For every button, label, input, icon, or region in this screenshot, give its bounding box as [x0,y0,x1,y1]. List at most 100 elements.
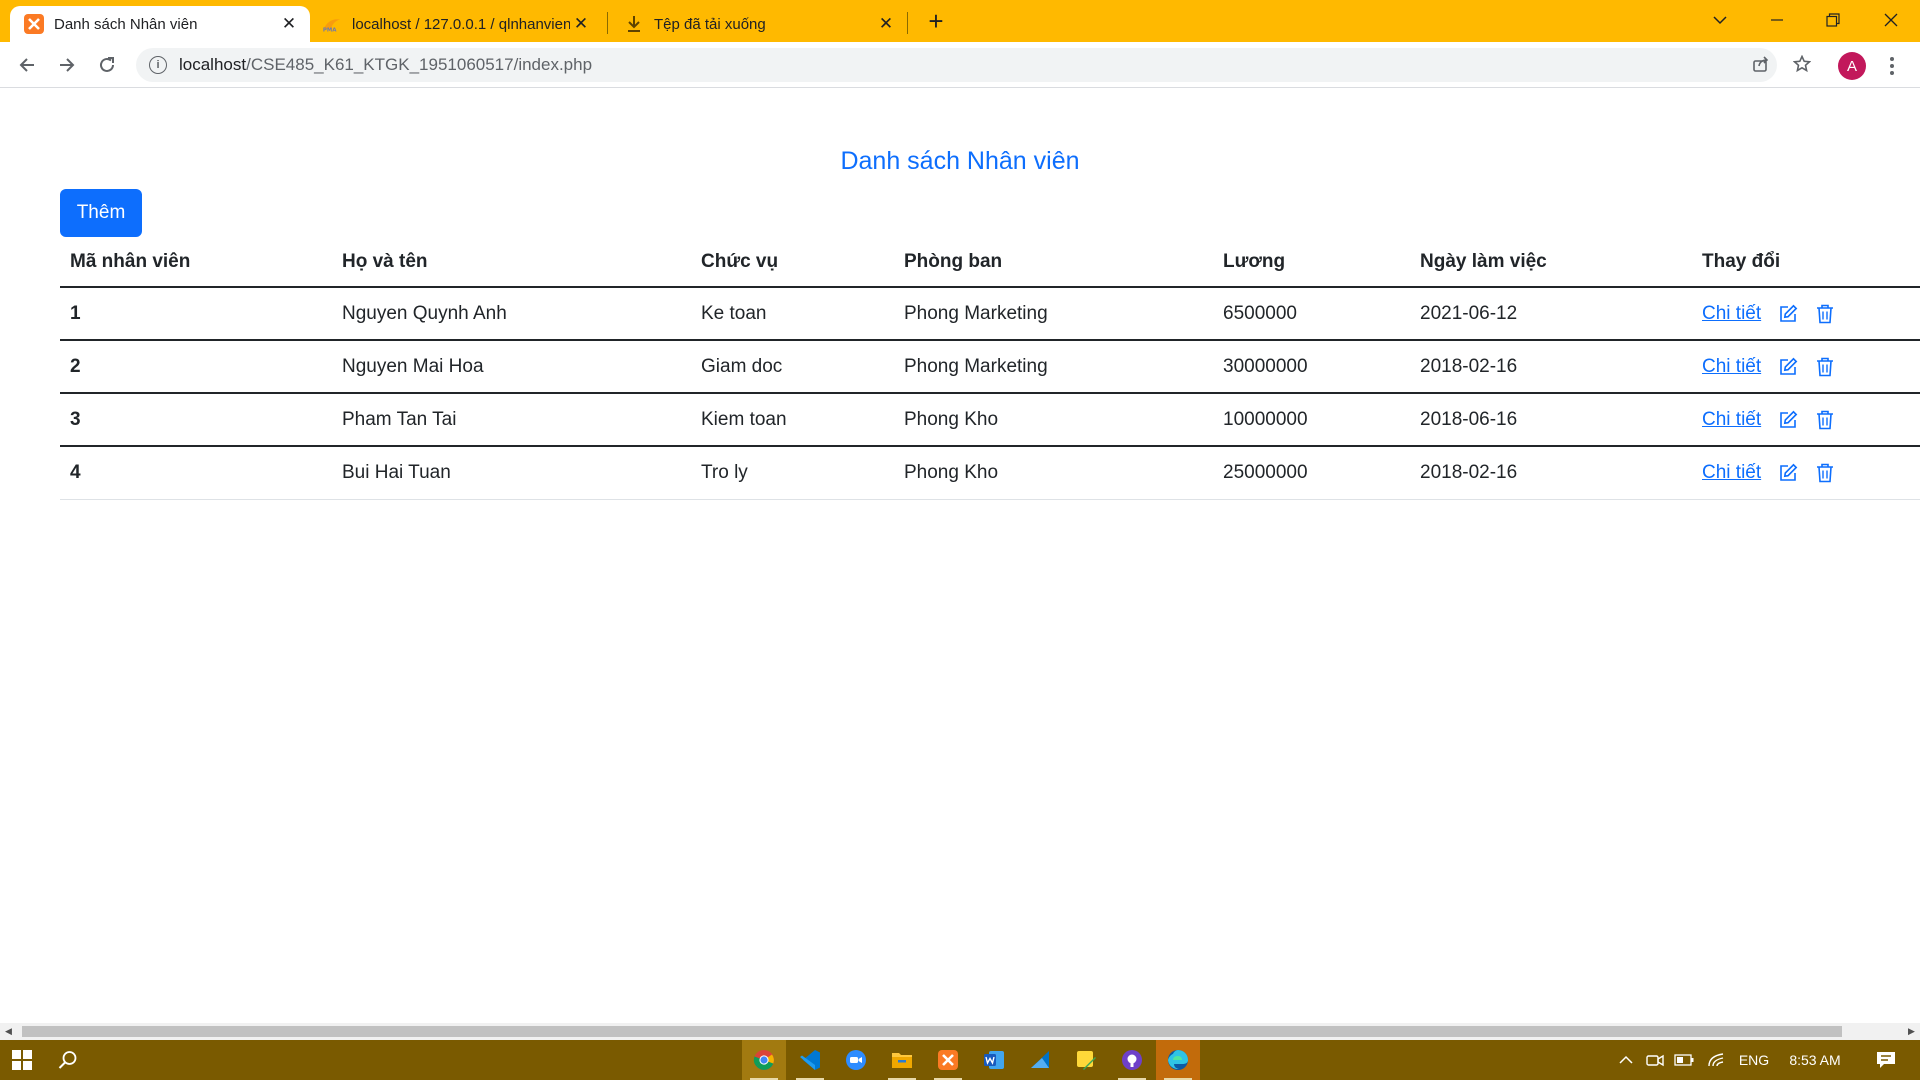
wifi-icon [1708,1053,1724,1067]
taskbar-app-vscode[interactable] [788,1040,832,1080]
cell-actions: Chi tiết [1692,287,1920,341]
tab-downloads[interactable]: Tệp đã tải xuống ✕ [612,6,907,42]
battery-indicator[interactable] [1670,1040,1698,1080]
trash-icon[interactable] [1814,356,1836,378]
scroll-left-icon[interactable]: ◀ [0,1023,17,1040]
close-window-button[interactable] [1866,0,1916,40]
show-hidden-icons-button[interactable] [1614,1040,1638,1080]
chrome-icon [753,1050,774,1070]
chevron-down-icon [1713,16,1727,25]
detail-link[interactable]: Chi tiết [1702,303,1761,325]
cell-department: Phong Kho [894,446,1213,500]
edge-icon [1168,1050,1188,1070]
meet-now-button[interactable] [1642,1040,1668,1080]
header-start-date: Ngày làm việc [1410,237,1692,288]
detail-link[interactable]: Chi tiết [1702,356,1761,378]
cell-salary: 25000000 [1213,446,1410,500]
table-header-row: Mã nhân viên Họ và tên Chức vụ Phòng ban… [60,237,1920,288]
taskbar-app-chrome[interactable] [742,1040,786,1080]
edit-icon[interactable] [1777,409,1799,431]
tab-close-icon[interactable]: ✕ [570,13,592,35]
file-explorer-icon [892,1053,912,1068]
new-tab-button[interactable]: + [921,7,951,37]
xampp-icon [24,14,44,34]
trash-icon[interactable] [1814,303,1836,325]
clock[interactable]: 8:53 AM [1780,1040,1850,1080]
taskbar-app-azure-data-studio[interactable] [1018,1040,1062,1080]
taskbar-app-zoom[interactable] [834,1040,878,1080]
cell-department: Phong Marketing [894,287,1213,341]
notifications-button[interactable] [1866,1040,1906,1080]
sticky-notes-icon [1077,1051,1096,1070]
detail-link[interactable]: Chi tiết [1702,462,1761,484]
site-info-icon[interactable]: i [149,56,167,74]
reload-icon [100,57,114,72]
reload-button[interactable] [91,49,123,81]
taskbar-app-github-desktop[interactable] [1110,1040,1154,1080]
browser-menu-button[interactable] [1882,52,1902,80]
address-bar[interactable]: i localhost/CSE485_K61_KTGK_1951060517/i… [136,48,1777,82]
cell-salary: 30000000 [1213,340,1410,394]
forward-button[interactable] [51,49,83,81]
tab-danh-sach-nhan-vien[interactable]: Danh sách Nhân viên ✕ [10,6,310,42]
back-button[interactable] [11,49,43,81]
trash-icon[interactable] [1814,409,1836,431]
battery-icon [1674,1054,1694,1066]
share-button[interactable] [1748,51,1774,77]
word-icon [984,1051,1004,1069]
vscode-icon [800,1050,820,1070]
cell-employee-id: 4 [60,446,332,500]
edit-icon[interactable] [1777,356,1799,378]
taskbar-app-file-explorer[interactable] [880,1040,924,1080]
cell-full-name: Nguyen Quynh Anh [332,287,691,341]
tab-close-icon[interactable]: ✕ [875,13,897,35]
scroll-right-icon[interactable]: ▶ [1903,1023,1920,1040]
scrollbar-thumb[interactable] [22,1026,1842,1037]
horizontal-scrollbar[interactable]: ◀ ▶ [0,1023,1920,1040]
share-icon [1753,56,1769,72]
detail-link[interactable]: Chi tiết [1702,409,1761,431]
edit-icon[interactable] [1777,462,1799,484]
cell-actions: Chi tiết [1692,340,1920,394]
table-row: 1 Nguyen Quynh Anh Ke toan Phong Marketi… [60,287,1920,341]
header-employee-id: Mã nhân viên [60,237,332,288]
taskbar-app-edge[interactable] [1156,1040,1200,1080]
bookmark-button[interactable] [1789,51,1815,77]
tab-search-button[interactable] [1695,0,1745,40]
employee-table: Mã nhân viên Họ và tên Chức vụ Phòng ban… [60,237,1920,500]
network-indicator[interactable] [1702,1040,1730,1080]
trash-icon[interactable] [1814,462,1836,484]
minimize-button[interactable] [1752,0,1802,40]
cell-full-name: Nguyen Mai Hoa [332,340,691,394]
github-desktop-icon [1122,1050,1142,1070]
taskbar-app-xampp[interactable] [926,1040,970,1080]
taskbar-app-sticky-notes[interactable] [1064,1040,1108,1080]
browser-toolbar: i localhost/CSE485_K61_KTGK_1951060517/i… [0,42,1920,88]
chevron-up-icon [1619,1055,1633,1064]
cell-salary: 6500000 [1213,287,1410,341]
search-button[interactable] [46,1040,90,1080]
input-language-indicator[interactable]: ENG [1734,1040,1774,1080]
add-employee-button[interactable]: Thêm [60,189,142,237]
start-button[interactable] [0,1040,44,1080]
edit-icon[interactable] [1777,303,1799,325]
tab-phpmyadmin[interactable]: PMA localhost / 127.0.0.1 / qlnhanvien ✕ [312,6,602,42]
zoom-icon [846,1050,866,1070]
profile-avatar[interactable]: A [1838,52,1866,80]
cell-full-name: Pham Tan Tai [332,393,691,447]
restore-icon [1826,13,1840,27]
arrow-left-icon [19,58,34,72]
cell-actions: Chi tiết [1692,393,1920,447]
cell-salary: 10000000 [1213,393,1410,447]
cell-start-date: 2018-02-16 [1410,446,1692,500]
header-department: Phòng ban [894,237,1213,288]
url-text[interactable]: localhost/CSE485_K61_KTGK_1951060517/ind… [179,55,592,75]
taskbar-app-word[interactable] [972,1040,1016,1080]
cell-employee-id: 2 [60,340,332,394]
url-path: /CSE485_K61_KTGK_1951060517/index.php [246,55,593,74]
restore-button[interactable] [1808,0,1858,40]
cell-employee-id: 1 [60,287,332,341]
svg-text:PMA: PMA [323,27,337,33]
page-title: Danh sách Nhân viên [840,147,1080,175]
tab-close-icon[interactable]: ✕ [278,13,300,35]
